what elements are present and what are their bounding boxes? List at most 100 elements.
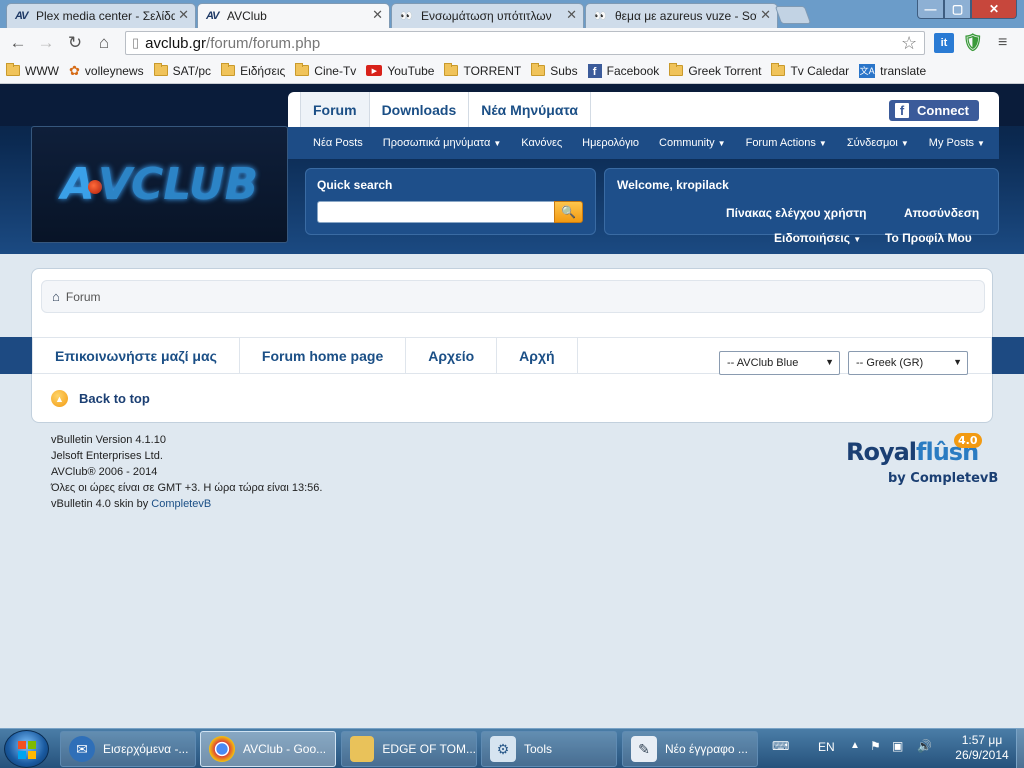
bookmark-www[interactable]: WWW (6, 63, 59, 78)
archive-link[interactable]: Αρχείο (406, 338, 498, 373)
taskbar-item-chrome[interactable]: AVClub - Goo... (200, 731, 336, 767)
logout-link[interactable]: Αποσύνδεση (904, 206, 979, 220)
home-icon[interactable]: ⌂ (93, 32, 115, 54)
browser-tab-active[interactable]: AV AVClub ✕ (197, 3, 390, 28)
close-icon[interactable]: ✕ (178, 7, 189, 23)
clock[interactable]: 1:57 μμ 26/9/2014 (947, 733, 1017, 763)
address-bar[interactable]: ▯ avclub.gr/forum/forum.php (125, 31, 925, 55)
close-window-button[interactable]: ✕ (971, 0, 1017, 19)
browser-tab[interactable]: 👀 θεμα με azureus vuze - Sof ✕ (585, 3, 778, 28)
close-icon[interactable]: ✕ (760, 7, 771, 23)
minimize-button[interactable]: — (917, 0, 944, 19)
top-link[interactable]: Αρχή (497, 338, 578, 373)
close-icon[interactable]: ✕ (372, 7, 383, 23)
new-tab-button[interactable] (774, 6, 812, 24)
style-select[interactable]: -- AVClub Blue ▼ (719, 351, 840, 375)
language-indicator[interactable]: EN (818, 740, 835, 754)
search-button[interactable]: 🔍 (554, 201, 583, 223)
bookmark-star-icon[interactable]: ☆ (901, 33, 917, 54)
tab-downloads[interactable]: Downloads (370, 92, 470, 127)
taskbar-item-tools[interactable]: ⚙ Tools (481, 731, 617, 767)
bookmark-cine-tv[interactable]: Cine-Tv (295, 63, 356, 78)
royalflush-logo[interactable]: Royalflûsh 4.0 by CompletevB (846, 433, 998, 486)
forward-arrow-icon[interactable]: → (35, 32, 57, 54)
bookmark-label: translate (880, 63, 927, 78)
sub-navigation: Νέα Posts Προσωπικά μηνύματα ▼ Κανόνες Ημ… (288, 127, 999, 159)
reload-icon[interactable]: ↻ (64, 32, 86, 54)
notifications-link[interactable]: Ειδοποιήσεις ▼ (774, 231, 861, 245)
quick-search-input[interactable] (317, 201, 555, 223)
bookmark-tv-calendar[interactable]: Tv Caledar (771, 63, 850, 78)
bookmark-sat-pc[interactable]: SAT/pc (153, 63, 211, 78)
flag-icon[interactable]: ⚑ (870, 739, 881, 753)
clock-date: 26/9/2014 (955, 748, 1009, 762)
bookmark-label: Tv Caledar (790, 63, 850, 78)
tab-title: AVClub (227, 9, 267, 23)
home-icon[interactable]: ⌂ (52, 289, 60, 304)
royalflush-version: 4.0 (954, 433, 982, 448)
bookmark-torrent[interactable]: TORRENT (444, 63, 521, 78)
subnav-calendar[interactable]: Ημερολόγιο (582, 137, 639, 149)
show-desktop-button[interactable] (1016, 729, 1024, 768)
facebook-connect-button[interactable]: f Connect (889, 100, 979, 121)
bookmark-subs[interactable]: Subs (531, 63, 578, 78)
subnav-private-messages[interactable]: Προσωπικά μηνύματα ▼ (383, 137, 502, 149)
subnav-community[interactable]: Community ▼ (659, 137, 726, 149)
start-button[interactable] (4, 730, 49, 768)
subnav-rules[interactable]: Κανόνες (521, 137, 562, 149)
caret-down-icon: ▼ (717, 139, 726, 148)
bookmark-greek-torrent[interactable]: Greek Torrent (669, 63, 761, 78)
back-to-top-link[interactable]: ▲ Back to top (51, 390, 150, 407)
main-nav-tabs: Forum Downloads Νέα Μηνύματα f Connect (288, 92, 999, 127)
show-hidden-icons-icon[interactable]: ▲ (850, 740, 860, 751)
browser-tab[interactable]: 👀 Ενσωμάτωση υπότιτλων ✕ (391, 3, 584, 28)
keyboard-icon[interactable]: ⌨ (772, 739, 789, 753)
tab-forum[interactable]: Forum (300, 92, 370, 127)
subnav-forum-actions[interactable]: Forum Actions ▼ (746, 137, 827, 149)
menu-icon[interactable]: ≡ (998, 34, 1007, 52)
bookmark-volleynews[interactable]: ✿ volleynews (69, 63, 144, 79)
bookmark-translate[interactable]: 文A translate (859, 63, 927, 78)
breadcrumb-forum[interactable]: Forum (66, 290, 101, 304)
taskbar-label: EDGE OF TOM... (382, 742, 476, 756)
taskbar-label: Tools (524, 742, 553, 756)
taskbar-item-thunderbird[interactable]: ✉ Εισερχόμενα -... (60, 731, 196, 767)
folder-icon (350, 736, 375, 762)
bookmark-label: Ειδήσεις (240, 63, 286, 78)
quick-search-label: Quick search (317, 178, 393, 192)
bookmark-youtube[interactable]: ▶ YouTube (366, 64, 434, 78)
shield-extension-icon[interactable]: 🛡 (962, 33, 984, 53)
browser-tab-strip: AV Plex media center - Σελίδα ✕ AV AVClu… (0, 0, 1024, 28)
subnav-my-posts[interactable]: My Posts ▼ (929, 137, 985, 149)
language-select[interactable]: -- Greek (GR) ▼ (848, 351, 968, 375)
bookmark-label: WWW (25, 63, 59, 78)
credit-line: vBulletin Version 4.1.10 (51, 434, 166, 446)
tab-new-messages[interactable]: Νέα Μηνύματα (469, 92, 591, 127)
bookmark-news[interactable]: Ειδήσεις (221, 63, 286, 78)
subnav-links[interactable]: Σύνδεσμοι ▼ (847, 137, 909, 149)
connect-label: Connect (917, 103, 969, 118)
volume-icon[interactable]: 🔊 (917, 739, 932, 753)
browser-tab[interactable]: AV Plex media center - Σελίδα ✕ (6, 3, 196, 28)
my-profile-link[interactable]: Το Προφίλ Μου (885, 231, 972, 245)
bookmark-facebook[interactable]: f Facebook (587, 63, 659, 78)
close-icon[interactable]: ✕ (566, 7, 577, 23)
network-icon[interactable]: ▣ (892, 739, 903, 753)
completevb-link[interactable]: CompletevB (151, 498, 211, 510)
tab-title: Ενσωμάτωση υπότιτλων (421, 9, 552, 23)
subnav-label: Σύνδεσμοι (846, 137, 898, 149)
subnav-new-posts[interactable]: Νέα Posts (313, 137, 363, 149)
dropdown-arrow-icon: ▼ (953, 357, 962, 367)
taskbar-item-notepad[interactable]: ✎ Νέο έγγραφο ... (622, 731, 758, 767)
extension-it-button[interactable]: it (934, 33, 954, 53)
site-logo[interactable]: AVCLUB (31, 126, 288, 243)
folder-icon (295, 63, 310, 76)
caret-down-icon: ▼ (977, 139, 985, 148)
back-arrow-icon[interactable]: ← (7, 32, 29, 54)
contact-us-link[interactable]: Επικοινωνήστε μαζί μας (33, 338, 240, 373)
user-control-panel-link[interactable]: Πίνακας ελέγχου χρήστη (726, 206, 866, 220)
forum-home-link[interactable]: Forum home page (240, 338, 407, 373)
taskbar-item-folder[interactable]: EDGE OF TOM... (341, 731, 477, 767)
maximize-button[interactable]: ▢ (944, 0, 971, 19)
caret-down-icon: ▼ (493, 139, 502, 148)
